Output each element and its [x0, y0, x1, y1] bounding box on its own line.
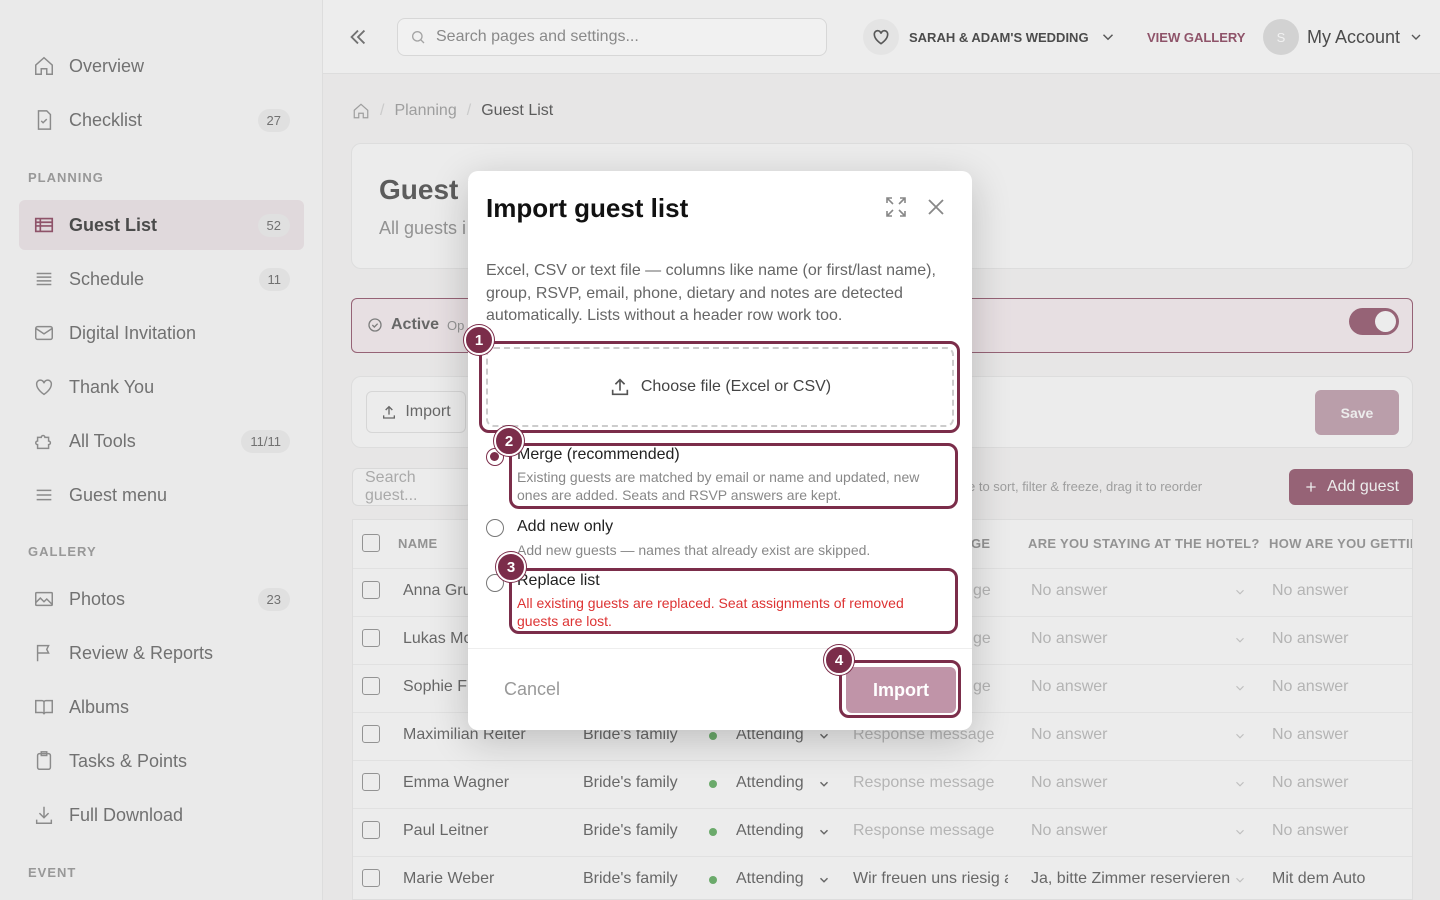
- modal-backdrop: [0, 0, 323, 900]
- highlight-merge-option: [509, 443, 958, 509]
- close-button[interactable]: [924, 195, 948, 219]
- dialog-description: Excel, CSV or text file — columns like n…: [486, 262, 936, 324]
- step-marker: 3: [496, 552, 526, 582]
- add-new-radio[interactable]: [486, 519, 504, 537]
- cancel-button[interactable]: Cancel: [504, 679, 560, 700]
- step-marker: 1: [464, 325, 494, 355]
- expand-icon: [886, 197, 906, 217]
- step-marker: 2: [494, 426, 524, 456]
- close-icon: [928, 199, 944, 215]
- modal-backdrop: [323, 0, 1440, 74]
- step-marker: 4: [824, 645, 854, 675]
- highlight-replace-option: [509, 568, 958, 634]
- expand-button[interactable]: [884, 195, 908, 219]
- dialog-title: Import guest list: [486, 193, 689, 223]
- add-new-option-title[interactable]: Add new only: [517, 518, 613, 536]
- add-new-option-desc: Add new guests — names that already exis…: [517, 542, 871, 558]
- highlight-dropzone: [479, 341, 960, 433]
- highlight-import-button: [839, 660, 961, 718]
